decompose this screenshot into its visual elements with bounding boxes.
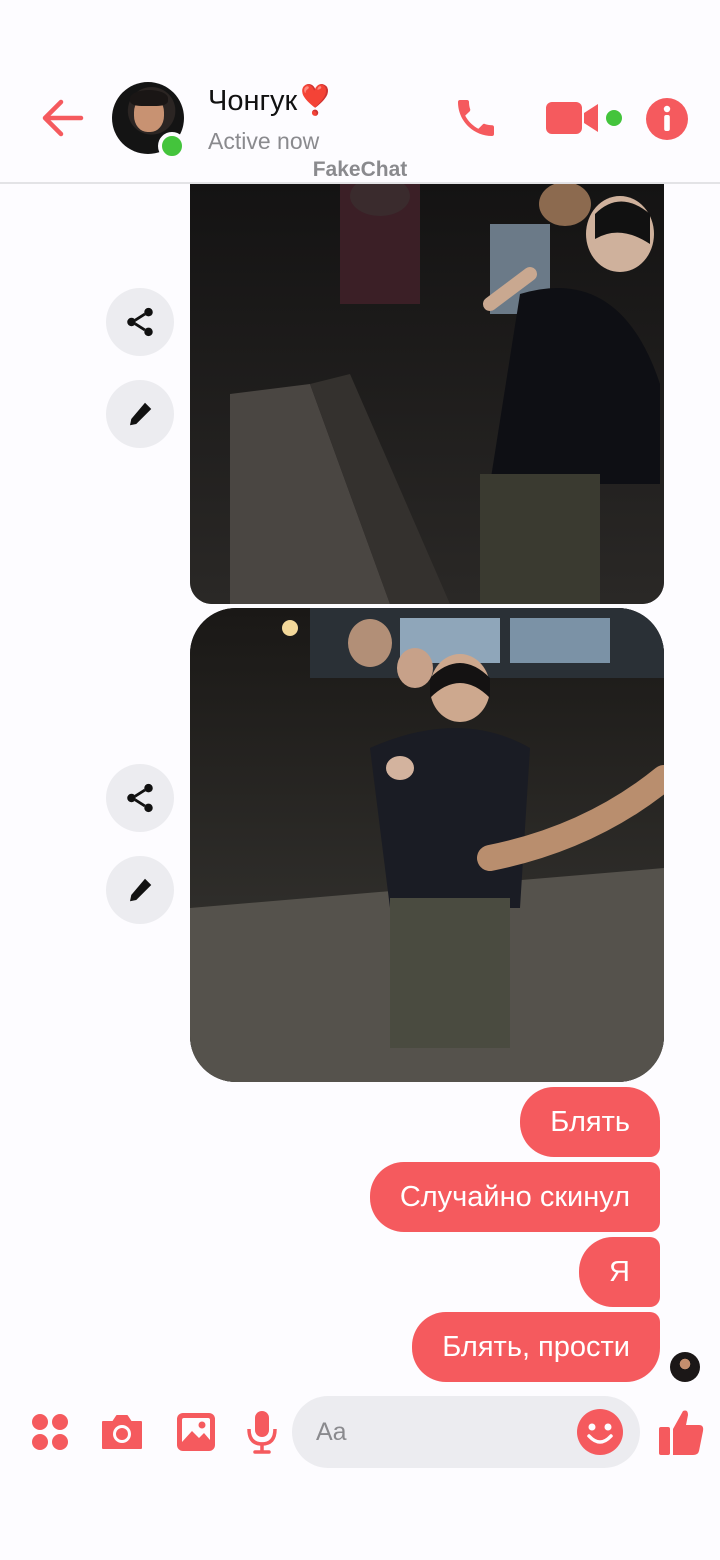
message-input[interactable] (316, 1414, 566, 1450)
message-bubble[interactable]: Блять (520, 1087, 660, 1157)
apps-icon (32, 1414, 68, 1450)
chat-screen: Чонгук❣️ Active now FakeChat Блять Случа… (0, 0, 720, 1560)
camera-button[interactable] (98, 1410, 146, 1454)
watermark: FakeChat (312, 158, 408, 181)
message-bubble[interactable]: Блять, прости (412, 1312, 660, 1382)
apps-button[interactable] (28, 1410, 72, 1454)
call-button[interactable] (448, 92, 504, 144)
microphone-icon (247, 1411, 277, 1454)
message-bubble[interactable]: Я (579, 1237, 660, 1307)
seen-avatar (670, 1352, 700, 1382)
avatar-hair (130, 90, 168, 106)
contact-name[interactable]: Чонгук❣️ (208, 84, 333, 118)
message-bubble[interactable]: Случайно скинул (369, 1162, 660, 1232)
share-button[interactable] (106, 288, 174, 356)
photo-image (190, 608, 664, 1082)
photo-message[interactable] (190, 184, 664, 604)
emoji-button[interactable] (576, 1408, 624, 1456)
thumbs-up-icon (659, 1410, 704, 1455)
photo-message[interactable] (190, 608, 664, 1082)
video-online-indicator (606, 110, 622, 126)
voice-button[interactable] (244, 1408, 280, 1456)
edit-button[interactable] (106, 856, 174, 924)
phone-icon (458, 100, 494, 136)
contact-status: Active now (208, 128, 320, 154)
camera-icon (102, 1415, 142, 1449)
emoji-icon (577, 1409, 623, 1455)
edit-pencil-icon (130, 402, 152, 426)
photo-image (190, 184, 664, 604)
like-button[interactable] (656, 1406, 706, 1458)
back-button[interactable] (38, 96, 86, 140)
edit-button[interactable] (106, 380, 174, 448)
chat-header: Чонгук❣️ Active now FakeChat (0, 70, 720, 184)
info-icon (646, 98, 688, 140)
video-call-button[interactable] (540, 94, 604, 142)
online-indicator (158, 132, 186, 160)
video-camera-icon (546, 102, 598, 134)
info-button[interactable] (644, 96, 690, 142)
share-icon (127, 783, 153, 813)
gallery-button[interactable] (174, 1410, 218, 1454)
arrow-left-icon (42, 99, 84, 137)
share-button[interactable] (106, 764, 174, 832)
edit-pencil-icon (130, 878, 152, 902)
image-icon (177, 1413, 215, 1451)
share-icon (127, 307, 153, 337)
